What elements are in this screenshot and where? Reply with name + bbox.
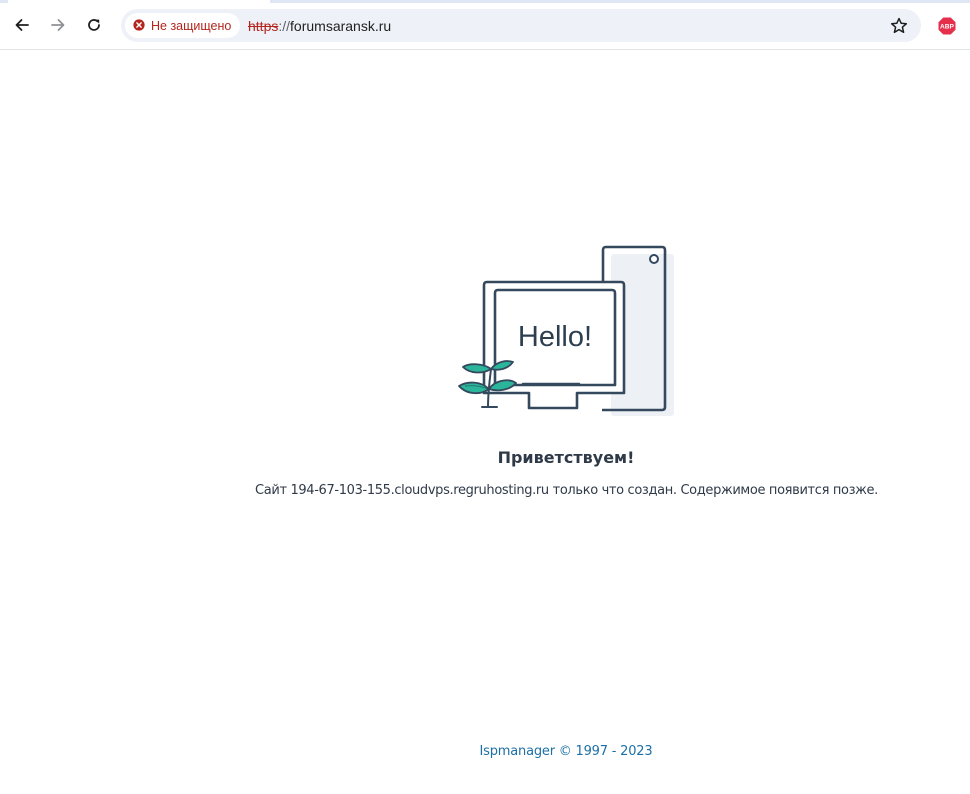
url-text[interactable]: https://forumsaransk.ru xyxy=(248,9,391,42)
reload-icon xyxy=(86,17,102,33)
active-tab-edge[interactable] xyxy=(8,0,270,3)
url-scheme: https xyxy=(248,17,279,34)
hello-text: Hello! xyxy=(518,321,592,353)
hello-illustration: Hello! xyxy=(455,245,680,420)
browser-toolbar: Не защищено https://forumsaransk.ru ABP xyxy=(0,0,970,50)
not-secure-icon xyxy=(133,16,145,35)
phone-camera xyxy=(649,254,659,264)
security-chip[interactable]: Не защищено xyxy=(125,13,241,38)
page-content: Hello! Приветствуем! Сайт 194-67-103-155… xyxy=(0,50,970,794)
adblock-label: ABP xyxy=(940,24,955,31)
welcome-heading: Приветствуем! xyxy=(497,448,635,467)
tab-strip-edge xyxy=(0,0,970,3)
url-separator: :// xyxy=(278,17,291,34)
bookmark-star-icon xyxy=(889,17,909,40)
forward-button[interactable] xyxy=(43,10,73,40)
security-label: Не защищено xyxy=(151,18,232,33)
ispmanager-footer-link[interactable]: Ispmanager © 1997 - 2023 xyxy=(455,744,677,759)
site-description: Сайт 194-67-103-155.cloudvps.regruhostin… xyxy=(255,483,878,498)
bookmark-button[interactable] xyxy=(889,16,909,36)
adblock-plus-icon: ABP xyxy=(938,17,956,39)
back-button[interactable] xyxy=(7,10,37,40)
reload-button[interactable] xyxy=(79,10,109,40)
forward-arrow-icon xyxy=(50,17,66,33)
back-arrow-icon xyxy=(14,17,30,33)
address-bar[interactable]: Не защищено https://forumsaransk.ru xyxy=(121,9,921,42)
adblock-extension-button[interactable]: ABP xyxy=(938,17,956,35)
url-host: forumsaransk.ru xyxy=(290,17,392,34)
